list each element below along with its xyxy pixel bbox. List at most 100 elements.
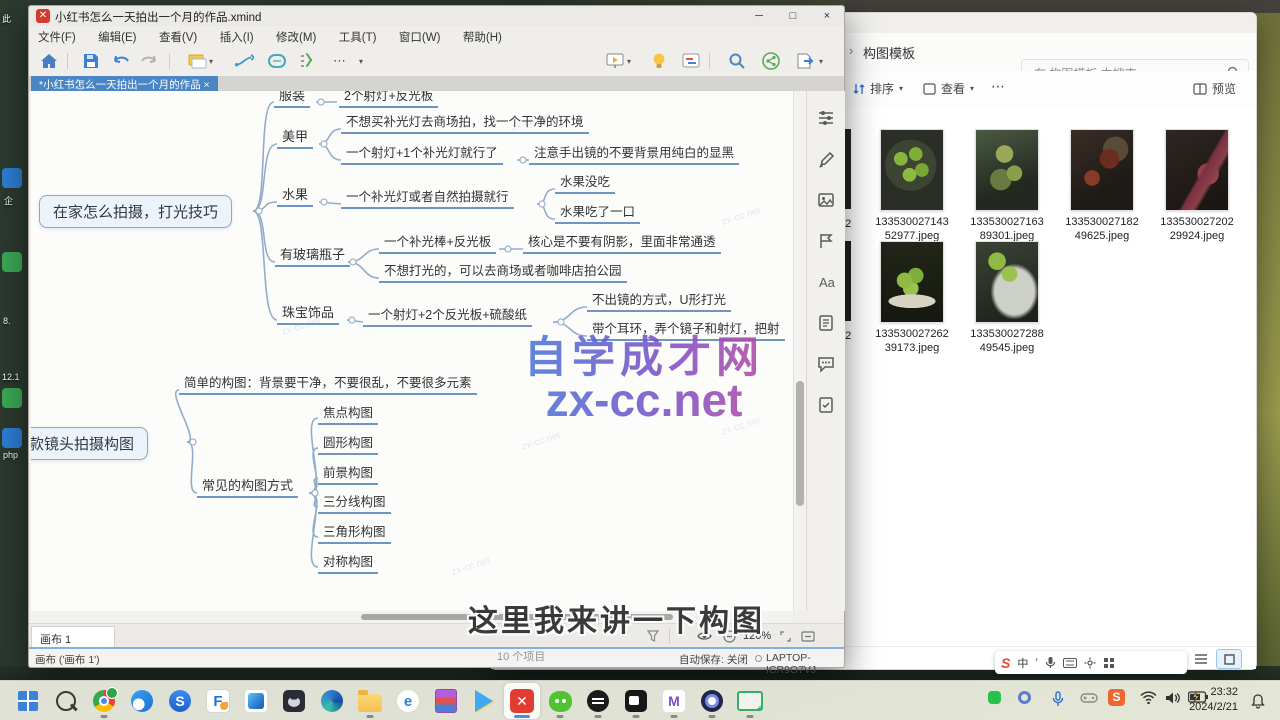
- mindmap-topic-composition[interactable]: 款镜头拍摄构图: [31, 427, 148, 460]
- file-thumbnail[interactable]: [975, 241, 1039, 323]
- mindmap-node-glass-nolights[interactable]: 不想打光的，可以去商场或者咖啡店拍公园: [379, 259, 627, 283]
- close-button[interactable]: ×: [810, 6, 844, 26]
- sheet-icon[interactable]: [187, 52, 207, 70]
- mindmap-node-jewelry-u[interactable]: 不出镜的方式，U形打光: [587, 288, 731, 312]
- sort-button[interactable]: 排序▾: [853, 80, 903, 97]
- mindmap-topic-lighting[interactable]: 在家怎么拍摄，打光技巧: [39, 195, 232, 228]
- menu-insert[interactable]: 插入(I): [211, 26, 263, 45]
- mindmap-node-composition-0[interactable]: 焦点构图: [318, 401, 378, 425]
- mindmap-node-jewelry[interactable]: 珠宝饰品: [277, 301, 339, 325]
- mic-icon[interactable]: [1045, 656, 1056, 669]
- volume-icon[interactable]: [1165, 691, 1180, 705]
- menu-edit[interactable]: 编辑(E): [89, 26, 145, 45]
- menu-file[interactable]: 文件(F): [29, 26, 85, 45]
- sogou-browser-icon[interactable]: S: [162, 683, 198, 719]
- maximize-button[interactable]: □: [776, 6, 810, 26]
- label-text-icon[interactable]: Aa: [817, 273, 835, 291]
- comment-icon[interactable]: [817, 355, 835, 373]
- mindmap-canvas[interactable]: zx-cc.net zx-cc.net zx-cc.net zx-cc.net …: [31, 91, 793, 611]
- export-icon[interactable]: [795, 52, 815, 70]
- file-tile[interactable]: 13353002716389301.jpeg: [966, 129, 1048, 243]
- boundary-icon[interactable]: [267, 52, 287, 70]
- mindmap-node-composition-1[interactable]: 圆形构图: [318, 431, 378, 455]
- zen-mode-icon[interactable]: [681, 52, 701, 70]
- home-icon[interactable]: [39, 52, 59, 70]
- tray-sogou-icon[interactable]: S: [1108, 689, 1125, 706]
- photos-icon[interactable]: [238, 683, 274, 719]
- file-thumbnail[interactable]: [1165, 129, 1229, 211]
- minimize-button[interactable]: ─: [742, 6, 776, 26]
- mindmap-node-manicure-note[interactable]: 注意手出镜的不要背景用纯白的显黑: [529, 141, 739, 165]
- menu-help[interactable]: 帮助(H): [454, 26, 511, 45]
- presentation-icon[interactable]: [605, 52, 625, 70]
- task-audit-icon[interactable]: [817, 396, 835, 414]
- tray-gamepad-icon[interactable]: [1080, 691, 1098, 705]
- meitu-icon[interactable]: M: [656, 683, 692, 719]
- large-icons-view-toggle[interactable]: [1216, 649, 1242, 669]
- mindmap-node-glass-core[interactable]: 核心是不要有阴影，里面非常通透: [523, 230, 721, 254]
- taskbar-clock[interactable]: 23:32 2024/2/21: [1189, 685, 1238, 715]
- file-tile[interactable]: 13353002714352977.jpeg: [871, 129, 953, 243]
- mindmap-node-fruit[interactable]: 水果: [277, 183, 313, 207]
- marker-flag-icon[interactable]: [817, 232, 835, 250]
- mindmap-node-manicure-tip2[interactable]: 一个射灯+1个补光灯就行了: [341, 141, 503, 165]
- tray-o-app-icon[interactable]: [1018, 691, 1031, 704]
- mindmap-node-clothing-light[interactable]: 2个射灯+反光板: [339, 91, 438, 108]
- mindmap-node-fruit-bitten[interactable]: 水果吃了一口: [555, 200, 640, 224]
- fit-screen-icon[interactable]: [801, 630, 815, 643]
- toolbar-more-caret-icon[interactable]: ▾: [359, 57, 363, 66]
- menu-modify[interactable]: 修改(M): [267, 26, 325, 45]
- punctuation-mode-icon[interactable]: ’: [1035, 657, 1037, 669]
- menu-view[interactable]: 查看(V): [150, 26, 206, 45]
- sheet-caret-icon[interactable]: ▾: [209, 57, 213, 66]
- video-tool-icon[interactable]: [580, 683, 616, 719]
- desktop-icon[interactable]: [2, 388, 22, 408]
- mindmap-node-composition-2[interactable]: 前景构图: [318, 461, 378, 485]
- mindmap-node-common-composition[interactable]: 常见的构图方式: [197, 474, 298, 498]
- notification-bell-icon[interactable]: [1250, 693, 1266, 709]
- mindmap-node-composition-5[interactable]: 对称构图: [318, 550, 378, 574]
- toolbox-grid-icon[interactable]: [1103, 657, 1115, 669]
- foxit-icon[interactable]: F: [200, 683, 236, 719]
- chrome-icon[interactable]: [86, 683, 122, 719]
- search-icon[interactable]: [727, 52, 747, 70]
- undo-icon[interactable]: [111, 52, 131, 70]
- winrar-icon[interactable]: [428, 683, 464, 719]
- presentation-caret-icon[interactable]: ▾: [627, 57, 631, 66]
- document-tab[interactable]: *小红书怎么一天拍出一个月的作品 ×: [31, 76, 218, 92]
- tab-close-icon[interactable]: ×: [204, 79, 210, 91]
- file-thumbnail[interactable]: [1070, 129, 1134, 211]
- lightbulb-icon[interactable]: [649, 52, 669, 70]
- toolbar-more-icon[interactable]: ⋯: [333, 53, 346, 69]
- mindmap-node-fruit-light[interactable]: 一个补光灯或者自然拍摄就行: [341, 185, 514, 209]
- file-thumbnail[interactable]: [880, 241, 944, 323]
- input-mode-chinese[interactable]: 中: [1017, 655, 1028, 671]
- search-icon[interactable]: [48, 683, 84, 719]
- tray-green-app-icon[interactable]: [988, 691, 1001, 704]
- file-explorer-icon[interactable]: [352, 683, 388, 719]
- breadcrumb[interactable]: 构图模板: [863, 43, 915, 62]
- screen-recorder-icon[interactable]: [618, 683, 654, 719]
- style-brush-icon[interactable]: [817, 151, 835, 169]
- mindmap-node-clothing[interactable]: 服装: [274, 91, 310, 108]
- menu-window[interactable]: 窗口(W): [390, 26, 450, 45]
- o-app-icon[interactable]: [694, 683, 730, 719]
- file-thumbnail[interactable]: [975, 129, 1039, 211]
- status-autosave[interactable]: 自动保存: 关闭: [679, 652, 748, 667]
- file-tile[interactable]: 13353002720229924.jpeg: [1156, 129, 1238, 243]
- vertical-scrollbar[interactable]: [793, 91, 806, 611]
- mindmap-node-manicure[interactable]: 美甲: [277, 125, 313, 149]
- sogou-input-bar[interactable]: S 中 ’: [995, 651, 1187, 674]
- keyboard-icon[interactable]: [1063, 658, 1077, 668]
- mindmap-node-glass-light[interactable]: 一个补光棒+反光板: [379, 230, 496, 254]
- more-options-icon[interactable]: ⋯: [991, 78, 1005, 95]
- file-tile[interactable]: 13353002728849545.jpeg: [966, 241, 1048, 355]
- potplayer-icon[interactable]: [466, 683, 502, 719]
- qq-browser-icon[interactable]: [124, 683, 160, 719]
- edge-icon[interactable]: [314, 683, 350, 719]
- list-view-icon[interactable]: [1194, 653, 1208, 665]
- mindmap-node-composition-3[interactable]: 三分线构图: [318, 490, 391, 514]
- mindmap-node-fruit-whole[interactable]: 水果没吃: [555, 170, 615, 194]
- desktop-icon[interactable]: [2, 168, 22, 188]
- mindmap-node-composition-4[interactable]: 三角形构图: [318, 520, 391, 544]
